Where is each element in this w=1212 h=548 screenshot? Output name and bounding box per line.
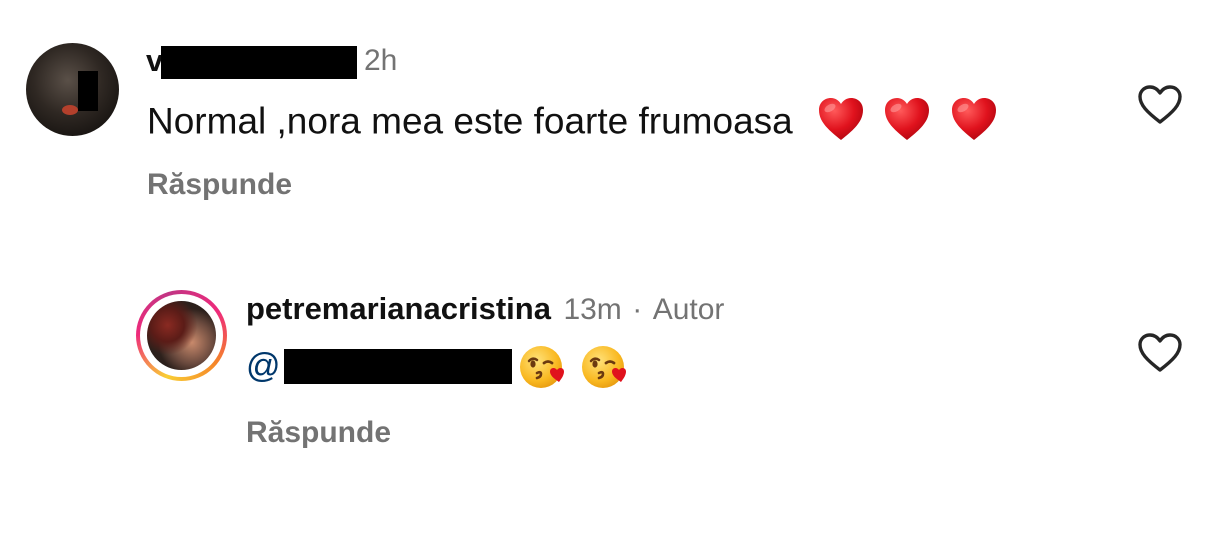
username-redaction bbox=[161, 46, 357, 79]
author-badge: Autor bbox=[652, 293, 725, 326]
red-heart-emoji bbox=[883, 96, 931, 151]
reply-username[interactable]: petremarianacristina bbox=[246, 291, 551, 326]
heart-outline-icon[interactable] bbox=[1137, 332, 1183, 374]
avatar-detail bbox=[62, 105, 78, 115]
red-heart-emoji bbox=[817, 96, 865, 151]
reply-header: petremarianacristina 13m · Autor bbox=[246, 291, 724, 327]
heart-outline-icon[interactable] bbox=[1137, 84, 1183, 126]
kissing-face-emoji bbox=[518, 344, 568, 395]
author-avatar[interactable] bbox=[147, 301, 216, 370]
comment-timestamp: 2h bbox=[364, 44, 398, 77]
mention-prefix[interactable]: @ bbox=[246, 347, 281, 386]
story-ring[interactable] bbox=[136, 290, 227, 381]
reply-timestamp: 13m bbox=[563, 293, 622, 326]
comment-text: Normal ,nora mea este foarte frumoasa bbox=[147, 100, 793, 142]
comments-thread: v 2h Normal ,nora mea este foarte frumoa… bbox=[0, 0, 1212, 548]
redaction-box bbox=[78, 71, 98, 111]
reply-button[interactable]: Răspunde bbox=[147, 168, 292, 202]
mention-redaction bbox=[284, 349, 512, 384]
header-separator: · bbox=[632, 293, 643, 326]
reply-button[interactable]: Răspunde bbox=[246, 416, 391, 450]
commenter-avatar[interactable] bbox=[26, 43, 119, 136]
reply-emoji-row bbox=[518, 344, 630, 395]
story-ring-gap bbox=[140, 294, 223, 377]
kissing-face-emoji bbox=[580, 344, 630, 395]
comment-text-row: Normal ,nora mea este foarte frumoasa bbox=[147, 96, 998, 151]
red-heart-emoji bbox=[950, 96, 998, 151]
